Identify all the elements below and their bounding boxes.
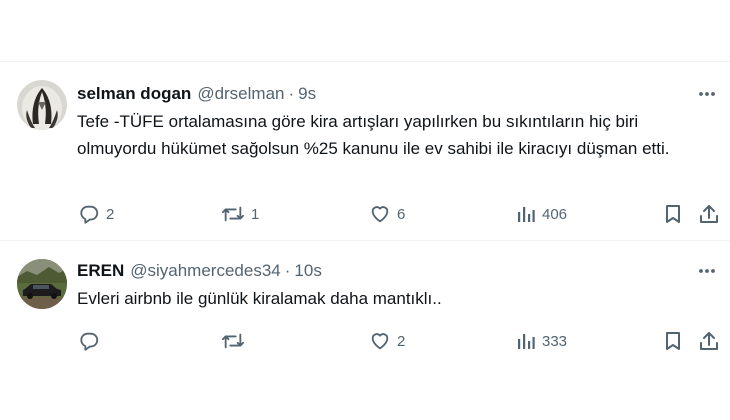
repost-icon — [222, 206, 244, 222]
views-count: 406 — [542, 205, 568, 223]
more-button[interactable] — [696, 83, 718, 105]
timestamp[interactable]: 9s — [298, 84, 316, 104]
top-divider — [0, 61, 730, 62]
like-count: 2 — [397, 332, 406, 350]
tweet-actions: 2 1 6 406 — [0, 202, 730, 226]
more-button[interactable] — [696, 260, 718, 282]
reply-button[interactable]: 2 — [78, 202, 114, 226]
like-button[interactable]: 2 — [369, 329, 405, 353]
tweet-divider — [0, 240, 730, 241]
reply-button[interactable] — [78, 329, 106, 353]
share-icon — [700, 332, 718, 350]
repost-icon — [222, 333, 244, 349]
bookmark-icon — [666, 205, 680, 223]
tweet-header: EREN @siyahmercedes34 · 10s — [77, 259, 322, 283]
timestamp[interactable]: 10s — [294, 261, 321, 281]
share-button[interactable] — [698, 329, 720, 353]
like-count: 6 — [397, 205, 406, 223]
like-icon — [371, 333, 389, 350]
more-icon — [699, 269, 715, 273]
more-icon — [699, 92, 715, 96]
like-icon — [371, 206, 389, 223]
reply-icon — [80, 332, 99, 351]
reply-count: 2 — [106, 205, 115, 223]
views-count: 333 — [542, 332, 568, 350]
views-icon — [518, 207, 535, 222]
author-name[interactable]: selman dogan — [77, 84, 191, 104]
share-button[interactable] — [698, 202, 720, 226]
author-handle[interactable]: @siyahmercedes34 — [130, 261, 281, 281]
repost-count: 1 — [251, 205, 260, 223]
like-button[interactable]: 6 — [369, 202, 405, 226]
author-name[interactable]: EREN — [77, 261, 124, 281]
tweet-actions: 2 333 — [0, 329, 730, 353]
author-handle[interactable]: @drselman — [197, 84, 284, 104]
bookmark-icon — [666, 332, 680, 350]
tweet-text: Evleri airbnb ile günlük kiralamak daha … — [77, 289, 442, 308]
tweet-text: Tefe -TÜFE ortalamasına göre kira artışl… — [77, 112, 670, 158]
views-icon — [518, 334, 535, 349]
bookmark-button[interactable] — [663, 202, 683, 226]
separator: · — [284, 261, 291, 280]
separator: · — [288, 84, 295, 103]
views-button[interactable]: 333 — [516, 329, 567, 353]
tweet-header: selman dogan @drselman · 9s — [77, 82, 316, 106]
repost-button[interactable] — [221, 329, 251, 353]
avatar[interactable] — [17, 80, 67, 130]
share-icon — [700, 205, 718, 223]
bookmark-button[interactable] — [663, 329, 683, 353]
avatar[interactable] — [17, 259, 67, 309]
reply-icon — [80, 205, 99, 224]
repost-button[interactable]: 1 — [221, 202, 259, 226]
views-button[interactable]: 406 — [516, 202, 567, 226]
